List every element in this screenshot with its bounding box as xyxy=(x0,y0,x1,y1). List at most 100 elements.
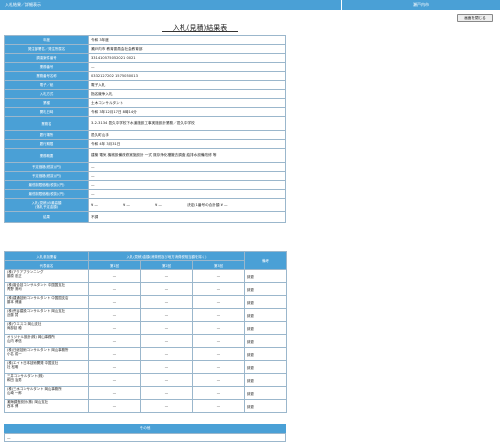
bidder-representative: 藤原 忠正 xyxy=(7,274,22,279)
detail-label: 業務概要 xyxy=(4,148,89,163)
bidder-row: 三井コンサルタント(株) 和田 治男 — — — 辞退 xyxy=(4,373,287,387)
detail-label: 電子／紙 xyxy=(4,80,89,90)
detail-value: 令和 3年度 xyxy=(88,35,286,45)
bidder-remark: 辞退 xyxy=(244,308,287,322)
detail-label: 発注部署名／発注所属名 xyxy=(4,44,89,54)
bidder-representative: 和田 治男 xyxy=(7,378,22,383)
detail-value: 指名競争入札 xyxy=(88,89,286,99)
bidder-row: (株)ウエスコ 岡山支社 両部延 穂 — — — 辞退 xyxy=(4,321,287,335)
bidders-header: 入札参加業者 xyxy=(4,251,89,261)
bidder-name-cell: (株)エイト日本技術開発 中国支社社 松明 xyxy=(4,360,89,374)
bidder-name-cell: (株)建通技術コンサルタント 中国国支店 藤本 博道 xyxy=(4,295,89,309)
bid-amount-r3: — xyxy=(192,269,245,283)
bid-details-table: 年度 令和 3年度 発注部署名／発注所属名 瀬戸内市 教育委員会社会教育部 調達案件番号… xyxy=(4,35,286,223)
max-bid-cell: ¥ — xyxy=(91,202,99,207)
other-header: その他 xyxy=(4,424,286,433)
detail-value: 0332127202 1575050013 xyxy=(88,71,286,81)
bid-amount-r2: — xyxy=(140,321,193,335)
bid-amount-r2: — xyxy=(140,282,193,296)
bidder-representative: 近藤 賢 xyxy=(7,313,19,318)
bidder-remark: 辞退 xyxy=(244,295,287,309)
bid-amount-r2: — xyxy=(140,334,193,348)
bidder-name-cell: 潮海調査設計(株) 岡山支社 西本 博 xyxy=(4,399,89,413)
bid-amount-r2: — xyxy=(140,399,193,413)
bidder-representative: 青野 清司 xyxy=(7,287,22,292)
detail-row: 調達案件番号 331410575052021 0021 xyxy=(4,53,286,63)
bidder-remark: 辞退 xyxy=(244,334,287,348)
detail-value: 3-2-3134 邑久中学校下水道施設工事実施設計業務／邑久中学校 xyxy=(88,116,286,131)
detail-label: 入札方式 xyxy=(4,89,89,99)
detail-value: 令和 4年 3月31日 xyxy=(88,139,286,149)
detail-row: 発注部署名／発注所属名 瀬戸内市 教育委員会社会教育部 xyxy=(4,44,286,54)
bidder-representative: 両部延 穂 xyxy=(7,326,22,331)
round-1-header: 第1回 xyxy=(88,260,141,270)
bid-amount-r3: — xyxy=(192,295,245,309)
bidder-name-cell: オリジナル設計(株) 岡山事務所 山内 孝信 xyxy=(4,334,89,348)
detail-value: — xyxy=(88,189,286,199)
bid-amount-r3: — xyxy=(192,347,245,361)
bid-amount-r1: — xyxy=(88,347,141,361)
bid-amount-header: 入札(見積)金額(消費税及び地方消費税相当額を除く) xyxy=(88,251,245,261)
max-bid-cell: ¥ — xyxy=(123,202,131,207)
bidder-row: 潮海調査設計(株) 岡山支社 西本 博 — — — 辞退 xyxy=(4,399,287,413)
detail-row: 業務番号名称 0332127202 1575050013 xyxy=(4,71,286,81)
bid-amount-r1: — xyxy=(88,269,141,283)
detail-label: 予定価格(税抜)(円) xyxy=(4,162,89,172)
bidder-name-cell: (株)三水コンサルタント 岡山事務所 山崎 一郎 xyxy=(4,386,89,400)
detail-value: — xyxy=(88,162,286,172)
detail-row: 業務名 3-2-3134 邑久中学校下水道施設工事実施設計業務／邑久中学校 xyxy=(4,116,286,131)
detail-label: 開札日時 xyxy=(4,107,89,117)
detail-value: — xyxy=(88,62,286,72)
bid-amount-r1: — xyxy=(88,334,141,348)
bid-amount-r3: — xyxy=(192,399,245,413)
bid-amount-r2: — xyxy=(140,373,193,387)
bidder-row: (株)アクアプランニング 藤原 忠正 — — — 辞退 xyxy=(4,269,287,283)
detail-label: 最低制限価格(税抜)(円) xyxy=(4,180,89,190)
detail-row: 業種 土木コンサルタント xyxy=(4,98,286,108)
detail-row: 業務概要 建築 電気 機械設備改修実施設計 一式 既存浄化槽撤去調査 給排水設備改… xyxy=(4,148,286,163)
close-screen-button[interactable]: 画面を閉じる xyxy=(457,14,493,22)
detail-label: 業務名 xyxy=(4,116,89,131)
bid-amount-r2: — xyxy=(140,360,193,374)
bid-amount-r3: — xyxy=(192,282,245,296)
detail-row: 予定価格(税抜)(円) — xyxy=(4,171,286,181)
detail-label: 履行期限 xyxy=(4,139,89,149)
bidder-representative: 山内 孝信 xyxy=(7,339,22,344)
detail-label: 年度 xyxy=(4,35,89,45)
result-label: 結果 xyxy=(4,211,89,223)
detail-value: — xyxy=(88,180,286,190)
bid-amount-r2: — xyxy=(140,269,193,283)
detail-label: 予定価格(税抜)(円) xyxy=(4,171,89,181)
detail-row: 電子／紙 電子入札 xyxy=(4,80,286,90)
detail-label: 最低制限価格(税抜)(円) xyxy=(4,189,89,199)
bid-amount-r1: — xyxy=(88,399,141,413)
max-bid-cell: 決定(1番号の合計額 ¥ — xyxy=(187,202,228,207)
top-bar: 入札結果／詳細表示 瀬戸内市 xyxy=(0,0,500,10)
max-bid-label: 入札(見積)の最高額 (落札予定金額) xyxy=(4,198,89,212)
bid-amount-r1: — xyxy=(88,308,141,322)
detail-value: 瀬戸内市 教育委員会社会教育部 xyxy=(88,44,286,54)
detail-row: 開札日時 令和 3年12月17日 8時14分 xyxy=(4,107,286,117)
bidder-name-cell: (株)ウエスコ 岡山支社 両部延 穂 xyxy=(4,321,89,335)
bidder-remark: 辞退 xyxy=(244,347,287,361)
bidder-row: (株)日総技術コンサルタント 岡山事務所 小名 成一 — — — 辞退 xyxy=(4,347,287,361)
detail-label: 履行場所 xyxy=(4,130,89,140)
detail-value: 土木コンサルタント xyxy=(88,98,286,108)
detail-label: 業種 xyxy=(4,98,89,108)
bidder-row: (株)複合技コンサルタント 中国国支社 青野 清司 — — — 辞退 xyxy=(4,282,287,296)
bidder-name-cell: 三井コンサルタント(株) 和田 治男 xyxy=(4,373,89,387)
bid-amount-r3: — xyxy=(192,360,245,374)
bid-amount-r2: — xyxy=(140,295,193,309)
round-2-header: 第2回 xyxy=(140,260,193,270)
bidder-remark: 辞退 xyxy=(244,282,287,296)
detail-row: 履行場所 邑久町山手 xyxy=(4,130,286,140)
bidder-remark: 辞退 xyxy=(244,321,287,335)
detail-row: 予定価格(税抜)(円) — xyxy=(4,162,286,172)
title-underline xyxy=(162,31,238,32)
bid-amount-r1: — xyxy=(88,360,141,374)
result-value: 不調 xyxy=(88,211,286,223)
detail-value: 電子入札 xyxy=(88,80,286,90)
detail-value: — xyxy=(88,171,286,181)
detail-value: 331410575052021 0021 xyxy=(88,53,286,63)
bid-amount-r2: — xyxy=(140,308,193,322)
